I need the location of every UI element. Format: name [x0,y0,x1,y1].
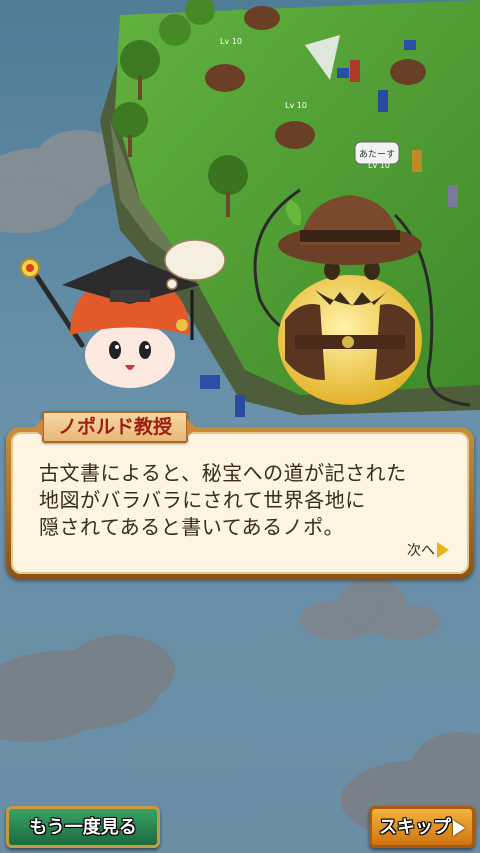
next-label: 次へ [407,543,435,559]
speaker-name-plate: ノポルド教授 [32,411,198,443]
next-button[interactable]: 次へ [407,540,449,560]
map-speech-bubble-text: あたーす [359,149,395,160]
skip-arrow-icon [453,820,465,836]
next-arrow-icon [437,542,449,558]
game-scene: あたーす Lv 10 Lv 10 Lv 10 古文書によると、秘宝への道が記され… [0,0,480,853]
level-label: Lv 10 [285,101,307,110]
level-label: Lv 10 [220,37,242,46]
skip-label: スキップ [379,817,451,838]
dialogue-text: 古文書によると、秘宝への道が記された 地図がバラバラにされて世界各地に 隠されて… [39,461,407,539]
level-label: Lv 10 [368,161,390,170]
dialogue-box[interactable]: 古文書によると、秘宝への道が記された 地図がバラバラにされて世界各地に 隠されて… [6,427,474,579]
dialogue-panel: 古文書によると、秘宝への道が記された 地図がバラバラにされて世界各地に 隠されて… [11,432,469,574]
replay-button[interactable]: もう一度見る [6,806,160,848]
skip-button[interactable]: スキップ [369,806,475,848]
